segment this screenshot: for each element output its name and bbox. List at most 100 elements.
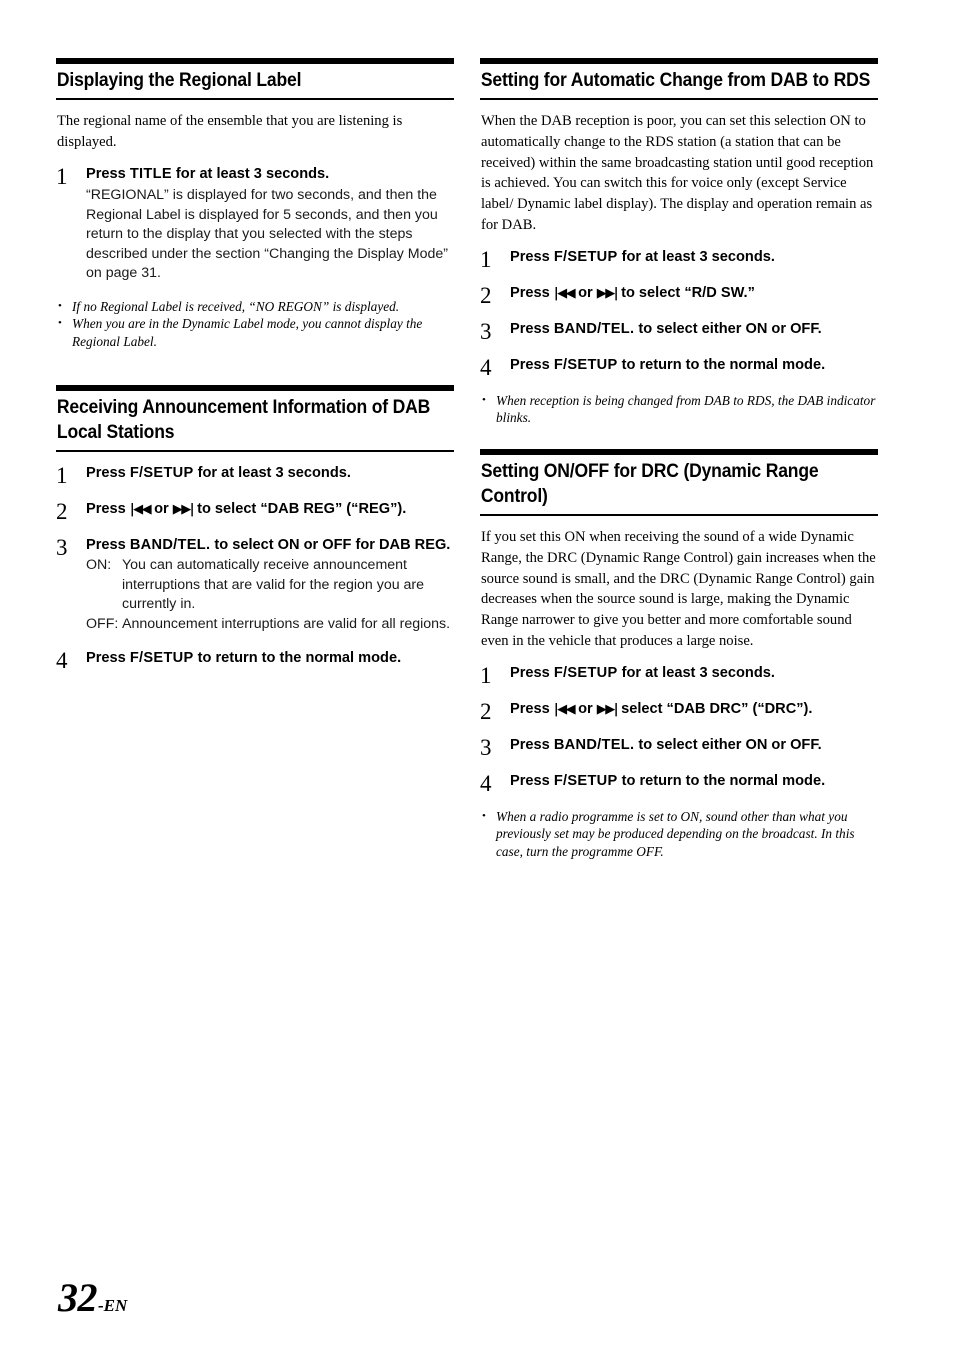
step-item: 2 Press |◀◀ or ▶▶| to select “R/D SW.” [480,282,878,308]
step-title-prefix: Press [86,649,130,666]
step-content: Press |◀◀ or ▶▶| select “DAB DRC” (“DRC”… [510,700,878,720]
section-automatic-change-dab-to-rds: Setting for Automatic Change from DAB to… [480,58,878,100]
step-title-prefix: Press [86,500,130,517]
section-heading: Displaying the Regional Label [56,69,302,91]
step-title-suffix: for at least 3 seconds. [617,664,775,681]
bullet-icon: • [58,317,62,330]
step-title-prefix: Press [510,320,554,337]
step-title-suffix: select “DAB DRC” (“DRC”). [617,700,813,717]
button-key-band-tel: BAND/TEL. [553,736,635,753]
step-title-suffix: to return to the normal mode. [617,772,826,789]
step-title: Press F/SETUP to return to the normal mo… [510,772,878,792]
step-title: Press BAND/TEL. to select ON or OFF for … [86,536,454,556]
step-item: 1 Press F/SETUP for at least 3 seconds. [56,464,454,487]
step-content: Press BAND/TEL. to select ON or OFF for … [86,536,454,635]
step-title: Press F/SETUP for at least 3 seconds. [510,664,878,684]
step-content: Press F/SETUP for at least 3 seconds. [86,464,454,484]
two-column-body: Displaying the Regional Label The region… [56,58,878,861]
track-next-icon: ▶▶| [596,285,619,301]
step-title-suffix: for at least 3 seconds. [617,248,775,265]
step-content: Press F/SETUP to return to the normal mo… [510,356,878,376]
section-heading: Receiving Announcement Information of DA… [56,395,431,443]
step-number: 3 [480,734,492,760]
note-text: When a radio programme is set to ON, sou… [496,808,855,859]
button-key-f-setup: F/SETUP [129,649,194,666]
step-item: 1 Press F/SETUP for at least 3 seconds. [480,248,878,271]
option-key: OFF: [86,615,119,632]
heading-rule-bottom [56,98,454,100]
step-number: 2 [480,282,492,308]
button-key-band-tel: BAND/TEL. [129,536,211,553]
step-title: Press F/SETUP for at least 3 seconds. [86,464,454,484]
step-content: Press TITLE for at least 3 seconds. “REG… [86,165,454,283]
button-key-f-setup: F/SETUP [553,664,618,681]
step-number: 3 [56,534,68,560]
step-content: Press BAND/TEL. to select either ON or O… [510,736,878,756]
step-item: 1 Press TITLE for at least 3 seconds. “R… [56,165,454,283]
step-item: 4 Press F/SETUP to return to the normal … [480,354,878,380]
track-next-icon: ▶▶| [596,701,619,717]
heading-rule-bottom [480,513,878,516]
option-row-off: OFF: Announcement interruptions are vali… [86,615,454,635]
track-previous-icon: |◀◀ [553,701,576,717]
step-list: 1 Press F/SETUP for at least 3 seconds. … [56,464,454,672]
step-title: Press |◀◀ or ▶▶| select “DAB DRC” (“DRC”… [510,700,878,720]
step-title-prefix: Press [510,736,554,753]
step-title-suffix: to select ON or OFF for DAB REG. [210,536,451,553]
note-text: When reception is being changed from DAB… [496,392,876,426]
step-item: 3 Press BAND/TEL. to select either ON or… [480,318,878,344]
note-list: • When a radio programme is set to ON, s… [480,808,878,861]
step-title: Press F/SETUP to return to the normal mo… [510,356,878,376]
bullet-icon: • [482,393,486,406]
step-number: 2 [480,698,492,724]
step-title-conjunction: or [574,284,597,301]
step-item: 2 Press |◀◀ or ▶▶| to select “DAB REG” (… [56,500,454,523]
note-item: • If no Regional Label is received, “NO … [56,298,454,316]
step-title-suffix: to return to the normal mode. [617,356,826,373]
step-number: 4 [480,770,492,796]
manual-page: Displaying the Regional Label The region… [0,0,954,1346]
step-item: 4 Press F/SETUP to return to the normal … [56,649,454,672]
step-title: Press BAND/TEL. to select either ON or O… [510,736,878,756]
button-key-band-tel: BAND/TEL. [553,320,635,337]
step-title-suffix: for at least 3 seconds. [193,464,351,481]
step-content: Press |◀◀ or ▶▶| to select “R/D SW.” [510,284,878,304]
step-number: 4 [480,354,492,380]
bullet-icon: • [482,809,486,822]
track-previous-icon: |◀◀ [553,285,576,301]
step-title-prefix: Press [510,284,554,301]
step-title: Press |◀◀ or ▶▶| to select “DAB REG” (“R… [86,500,454,520]
step-title-suffix: to select either ON or OFF. [634,320,822,337]
section-drc-on-off: Setting ON/OFF for DRC (Dynamic Range Co… [480,448,878,516]
option-list: ON: You can automatically receive announ… [86,556,454,634]
step-description: “REGIONAL” is displayed for two seconds,… [86,186,448,282]
step-number: 1 [480,662,492,688]
step-title: Press BAND/TEL. to select either ON or O… [510,320,878,340]
section-intro-text: The regional name of the ensemble that y… [57,113,403,151]
step-content: Press F/SETUP for at least 3 seconds. [510,664,878,684]
section-intro-text: When the DAB reception is poor, you can … [481,113,874,233]
step-title-conjunction: or [150,500,173,517]
button-key-f-setup: F/SETUP [553,356,618,373]
step-item: 2 Press |◀◀ or ▶▶| select “DAB DRC” (“DR… [480,698,878,724]
note-item: • When you are in the Dynamic Label mode… [56,315,454,350]
heading-rule-bottom [56,449,454,452]
option-value: Announcement interruptions are valid for… [122,615,451,632]
step-title-suffix: to return to the normal mode. [193,649,402,666]
step-title-conjunction: or [574,700,597,717]
option-value: You can automatically receive announceme… [122,557,425,613]
step-title-prefix: Press [86,464,130,481]
track-next-icon: ▶▶| [172,501,195,517]
step-number: 3 [480,318,492,344]
step-title: Press |◀◀ or ▶▶| to select “R/D SW.” [510,284,878,304]
step-item: 1 Press F/SETUP for at least 3 seconds. [480,662,878,688]
step-item: 4 Press F/SETUP to return to the normal … [480,770,878,796]
step-content: Press BAND/TEL. to select either ON or O… [510,320,878,340]
step-title: Press TITLE for at least 3 seconds. [86,165,454,185]
track-previous-icon: |◀◀ [129,501,152,517]
note-list: • If no Regional Label is received, “NO … [56,298,454,351]
step-title-prefix: Press [510,700,554,717]
button-key-title: TITLE [129,166,172,183]
